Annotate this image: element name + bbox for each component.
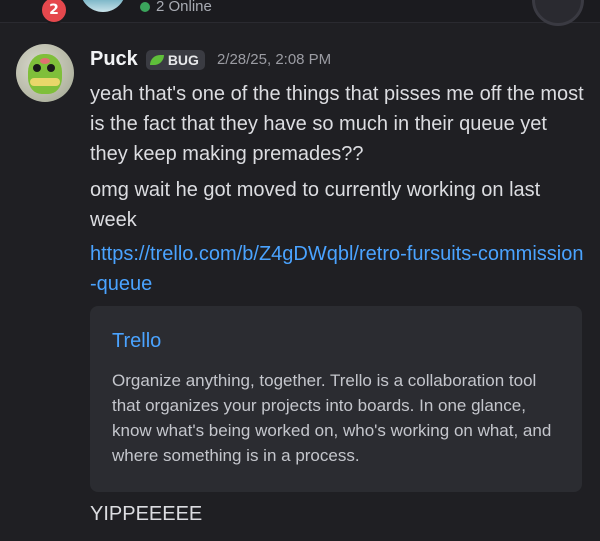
server-icon[interactable] (80, 0, 126, 12)
link-embed: Trello Organize anything, together. Trel… (90, 306, 582, 492)
message-text: YIPPEEEEE (90, 503, 203, 525)
online-count-label: 2 Online (156, 0, 212, 15)
online-status: 2 Online (140, 0, 212, 15)
avatar-eye-right (47, 64, 55, 72)
username[interactable]: Puck (90, 48, 138, 71)
embed-description: Organize anything, together. Trello is a… (112, 371, 552, 465)
message-timestamp: 2/28/25, 2:08 PM (216, 51, 332, 68)
message-text: yeah that's one of the things that pisse… (90, 83, 584, 165)
channel-header: 2 2 Online (0, 0, 600, 26)
leaf-icon (149, 54, 164, 65)
message-text: omg wait he got moved to currently worki… (90, 179, 541, 231)
header-action-button[interactable] (532, 0, 584, 26)
role-tag-label: BUG (167, 51, 199, 68)
avatar-eye-left (33, 64, 41, 72)
message-link[interactable]: https://trello.com/b/Z4gDWqbl/retro-furs… (90, 239, 585, 299)
message-header: Puck BUG 2/28/25, 2:08 PM (90, 48, 331, 71)
avatar-nose (40, 58, 50, 64)
avatar-stripe (30, 78, 60, 86)
avatar[interactable] (16, 44, 74, 102)
embed-title-link[interactable]: Trello (112, 328, 562, 354)
online-dot-icon (140, 1, 150, 12)
role-tag[interactable]: BUG (145, 49, 205, 70)
notification-badge[interactable]: 2 (40, 0, 68, 24)
